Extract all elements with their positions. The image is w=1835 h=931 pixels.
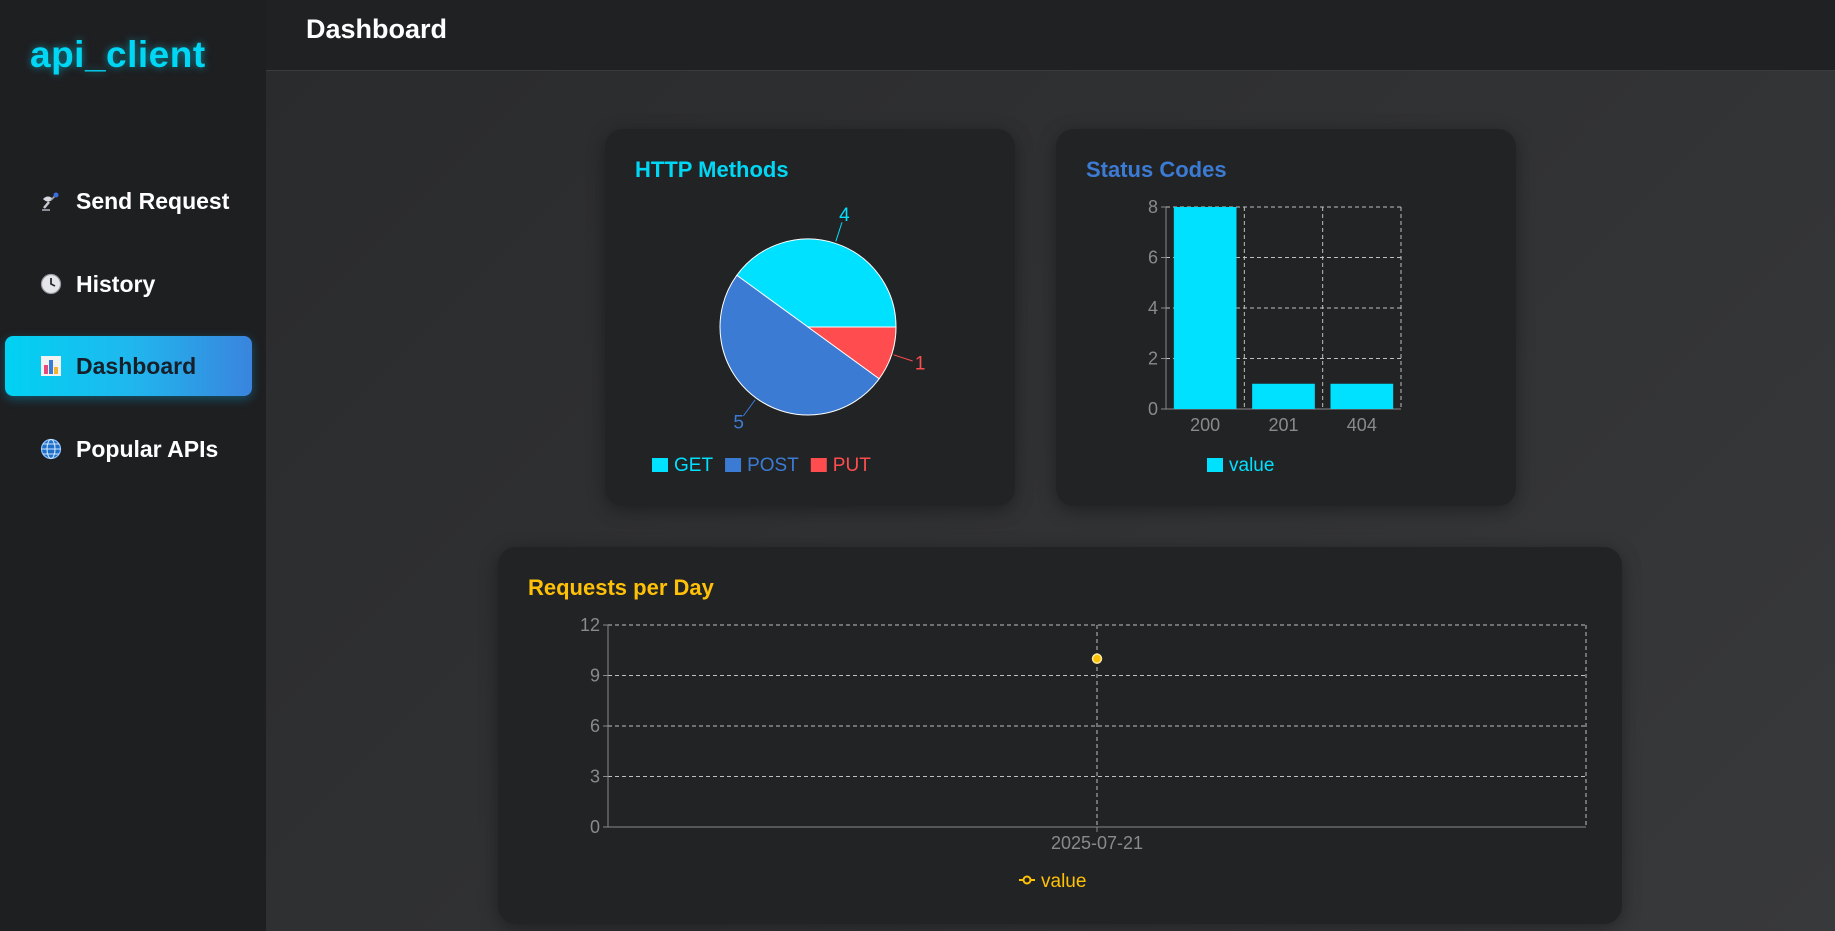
- y-tick-label: 2: [1148, 349, 1158, 369]
- bar-201: [1252, 383, 1315, 409]
- globe-icon: [38, 436, 64, 462]
- legend-label-value: value: [1229, 455, 1274, 476]
- legend-swatch-value: [1207, 458, 1223, 472]
- sidebar-item-label: Popular APIs: [76, 435, 219, 462]
- y-tick-label: 6: [1148, 248, 1158, 268]
- bar-200: [1173, 207, 1237, 409]
- sidebar-item-popular-apis[interactable]: Popular APIs: [5, 419, 252, 479]
- http-methods-pie-chart: 4 5 1 GET POST PUT: [652, 205, 926, 476]
- status-codes-card: Status Codes 0 2 4 6 8 200 201 404 value: [1056, 129, 1516, 506]
- y-tick-label: 6: [590, 716, 600, 736]
- data-point: [1091, 653, 1103, 664]
- legend-swatch-post: [725, 458, 742, 472]
- legend-label-get: GET: [674, 455, 713, 476]
- x-tick-label: 200: [1190, 415, 1220, 435]
- sidebar-item-history[interactable]: History: [5, 254, 252, 314]
- x-tick-label: 201: [1268, 415, 1298, 435]
- pie-value-label: 5: [733, 412, 744, 433]
- sidebar-item-label: History: [76, 270, 156, 297]
- top-bar: Dashboard: [266, 0, 1835, 71]
- y-tick-label: 8: [1148, 197, 1158, 217]
- pie-value-label: 1: [915, 353, 926, 374]
- clock-icon: [38, 271, 64, 297]
- y-tick-label: 0: [590, 817, 600, 837]
- http-methods-card: HTTP Methods 4 5 1 GET POST PUT: [605, 129, 1015, 506]
- page-title: Dashboard: [306, 14, 448, 44]
- sidebar-item-label: Dashboard: [76, 352, 197, 379]
- pie-label-line: [742, 399, 756, 417]
- sidebar: api_client Send Request History Dashboar…: [0, 0, 266, 931]
- dashboard-main: HTTP Methods 4 5 1 GET POST PUT Status Codes …: [266, 71, 1835, 931]
- requests-per-day-card: Requests per Day 0 3 6 9 12 2025-07-21 value: [498, 547, 1622, 924]
- x-tick-label: 2025-07-21: [1051, 833, 1143, 853]
- status-codes-bar-chart: 0 2 4 6 8 200 201 404 value: [1148, 197, 1402, 476]
- app-logo: api_client: [30, 34, 206, 75]
- legend-marker-value: [1022, 875, 1032, 885]
- sidebar-item-send-request[interactable]: Send Request: [5, 171, 252, 231]
- y-tick-label: 4: [1148, 298, 1158, 318]
- y-tick-label: 12: [580, 615, 600, 635]
- sidebar-item-label: Send Request: [76, 187, 230, 214]
- legend-swatch-get: [652, 458, 668, 472]
- bar-404: [1330, 383, 1394, 409]
- bar-chart-icon: [38, 353, 64, 379]
- sidebar-item-dashboard[interactable]: Dashboard: [5, 336, 252, 396]
- x-tick-label: 404: [1347, 415, 1377, 435]
- pie-value-label: 4: [839, 205, 850, 226]
- y-tick-label: 0: [1148, 399, 1158, 419]
- requests-per-day-line-chart: 0 3 6 9 12 2025-07-21 value: [580, 615, 1587, 892]
- y-tick-label: 9: [590, 666, 600, 686]
- legend-label-put: PUT: [833, 455, 871, 476]
- satellite-dish-icon: [38, 188, 64, 214]
- legend-label-value: value: [1041, 871, 1086, 892]
- y-tick-label: 3: [590, 767, 600, 787]
- legend-swatch-put: [810, 458, 827, 472]
- legend-label-post: POST: [747, 455, 799, 476]
- pie-label-line: [893, 354, 913, 362]
